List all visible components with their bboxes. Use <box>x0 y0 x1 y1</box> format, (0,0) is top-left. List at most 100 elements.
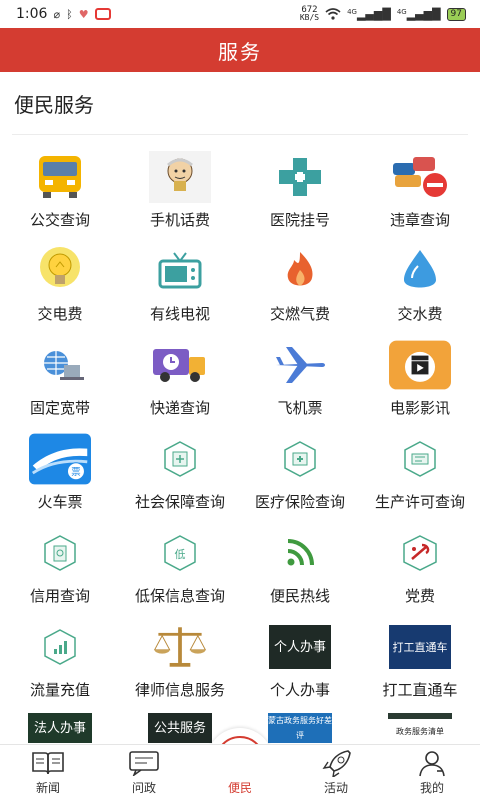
service-lawyer-info[interactable]: 律师信息服务 <box>120 615 240 709</box>
section-heading: 便民服务 <box>0 72 480 134</box>
medical-insurance-icon <box>269 433 331 485</box>
party-fee-icon <box>389 527 451 579</box>
banner-text: 打工直通车 <box>389 625 451 669</box>
tab-label: 便民 <box>227 781 252 795</box>
service-broadband[interactable]: 固定宽带 <box>0 333 120 427</box>
service-label: 固定宽带 <box>29 399 90 417</box>
service-train-ticket[interactable]: 票 火车票 <box>0 427 120 521</box>
service-electricity[interactable]: 交电费 <box>0 239 120 333</box>
service-bus-query[interactable]: 公交查询 <box>0 145 120 239</box>
service-medical-insurance[interactable]: 医疗保险查询 <box>240 427 360 521</box>
newspaper-icon <box>31 749 65 777</box>
credit-icon <box>29 527 91 579</box>
service-subsistence-allowance[interactable]: 低 低保信息查询 <box>120 521 240 615</box>
bus-icon <box>29 151 91 203</box>
service-data-recharge[interactable]: 流量充值 <box>0 615 120 709</box>
svg-text:票: 票 <box>71 467 80 478</box>
tv-icon <box>149 245 211 297</box>
worker-train-banner: 打工直通车 <box>389 621 451 673</box>
production-license-icon <box>389 433 451 485</box>
train-ticket-icon: 票 <box>29 433 91 485</box>
page-title: 服务 <box>218 39 262 64</box>
service-gas[interactable]: 交燃气费 <box>240 239 360 333</box>
tab-news[interactable]: 新闻 <box>0 745 96 800</box>
rocket-icon <box>320 749 352 777</box>
subsistence-allowance-icon: 低 <box>149 527 211 579</box>
tab-profile[interactable]: 我的 <box>384 745 480 800</box>
service-label: 飞机票 <box>277 399 323 417</box>
service-label: 电影影讯 <box>389 399 450 417</box>
notification-off-icon: ⌀ <box>53 7 61 21</box>
service-legal-person[interactable]: 法人办事 <box>0 709 120 745</box>
phone-bill-icon <box>149 151 211 203</box>
service-label: 交水费 <box>397 305 443 323</box>
service-label: 手机话费 <box>149 211 210 229</box>
page-header: 服务 <box>0 28 480 72</box>
service-cable-tv[interactable]: 有线电视 <box>120 239 240 333</box>
service-label: 便民热线 <box>269 587 330 605</box>
service-label: 律师信息服务 <box>134 681 225 699</box>
hospital-cross-icon <box>269 151 331 203</box>
tab-label: 我的 <box>419 781 444 795</box>
tab-convenience[interactable]: 便民 <box>192 745 288 800</box>
app-notification-icon <box>94 8 111 20</box>
service-phone-bill[interactable]: 手机话费 <box>120 145 240 239</box>
movie-clapper-icon <box>389 339 451 391</box>
service-label: 交燃气费 <box>269 305 330 323</box>
service-label: 医疗保险查询 <box>254 493 345 511</box>
section-title: 便民服务 <box>14 92 94 117</box>
traffic-violation-icon <box>389 151 451 203</box>
tab-label: 新闻 <box>35 781 60 795</box>
service-label: 社会保障查询 <box>134 493 225 511</box>
lightbulb-icon <box>29 245 91 297</box>
service-label: 有线电视 <box>149 305 210 323</box>
water-drop-icon <box>389 245 451 297</box>
service-label: 个人办事 <box>269 681 330 699</box>
network-speed: 672 KB/S <box>299 5 320 22</box>
service-label: 公交查询 <box>29 211 90 229</box>
service-express[interactable]: 快递查询 <box>120 333 240 427</box>
service-label: 医院挂号 <box>269 211 330 229</box>
service-label: 打工直通车 <box>382 681 458 699</box>
service-water[interactable]: 交水费 <box>360 239 480 333</box>
service-label: 快递查询 <box>149 399 210 417</box>
service-label: 流量充值 <box>29 681 90 699</box>
service-traffic-violation[interactable]: 违章查询 <box>360 145 480 239</box>
tab-label: 活动 <box>323 781 348 795</box>
service-party-fee[interactable]: 党费 <box>360 521 480 615</box>
hotline-icon <box>269 527 331 579</box>
service-label: 党费 <box>404 587 435 605</box>
signal-sim1-icon: 4G▂▄▆█ <box>347 7 391 21</box>
user-icon <box>417 749 447 777</box>
tab-inquiry[interactable]: 问政 <box>96 745 192 800</box>
airplane-icon <box>269 339 331 391</box>
service-worker-train[interactable]: 打工直通车 打工直通车 <box>360 615 480 709</box>
svg-text:低: 低 <box>175 548 186 561</box>
evaluation-banner: 蒙古政务服务好差评 <box>268 713 332 743</box>
tab-activities[interactable]: 活动 <box>288 745 384 800</box>
service-label: 违章查询 <box>389 211 450 229</box>
service-label: 火车票 <box>37 493 83 511</box>
service-production-license[interactable]: 生产许可查询 <box>360 427 480 521</box>
social-security-icon <box>149 433 211 485</box>
service-personal-affairs[interactable]: 个人办事 个人办事 <box>240 615 360 709</box>
signal-sim2-icon: 4G▂▄▆█ <box>396 7 441 21</box>
service-list-banner: 政务服务清单 <box>388 713 452 743</box>
service-list[interactable]: 政务服务清单 <box>360 709 480 745</box>
service-flight[interactable]: 飞机票 <box>240 333 360 427</box>
message-icon <box>128 749 160 777</box>
wifi-icon <box>325 8 341 20</box>
status-time: 1:06 <box>16 6 48 22</box>
lawyer-scales-icon <box>149 621 211 673</box>
service-label: 信用查询 <box>29 587 90 605</box>
service-social-security[interactable]: 社会保障查询 <box>120 427 240 521</box>
bluetooth-icon: ᛒ <box>66 7 73 21</box>
service-movie[interactable]: 电影影讯 <box>360 333 480 427</box>
service-hotline[interactable]: 便民热线 <box>240 521 360 615</box>
service-label: 低保信息查询 <box>134 587 225 605</box>
service-hospital[interactable]: 医院挂号 <box>240 145 360 239</box>
service-credit[interactable]: 信用查询 <box>0 521 120 615</box>
service-label: 生产许可查询 <box>374 493 465 511</box>
broadband-laptop-icon <box>29 339 91 391</box>
data-recharge-icon <box>29 621 91 673</box>
